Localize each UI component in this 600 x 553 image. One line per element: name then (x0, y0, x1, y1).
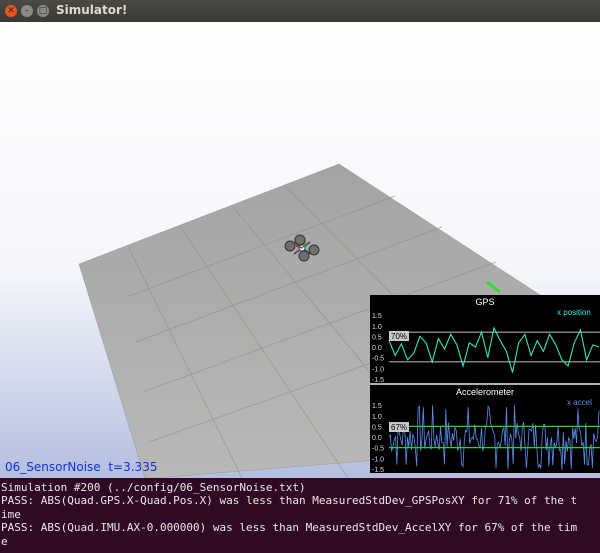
accel-ytick-label: 1.5 (372, 403, 382, 410)
gps-ytick-label: 0.0 (372, 345, 382, 352)
minimize-icon[interactable]: – (21, 5, 33, 17)
accel-plot-title: Accelerometer (456, 387, 514, 397)
accel-ytick-label: 0.0 (372, 435, 382, 442)
gps-ytick-label: 1.0 (372, 324, 382, 331)
gps-plot: GPS x position 1.51.00.50.0-0.5-1.0-1.5 … (372, 297, 600, 384)
console-line: Simulation #200 (../config/06_SensorNois… (1, 481, 306, 494)
accel-series-label: x accel (567, 398, 592, 407)
console-line: ime (1, 507, 21, 521)
gps-ytick-label: 0.5 (372, 334, 382, 341)
accel-series-line (388, 404, 600, 470)
accel-ytick-label: 0.5 (372, 424, 382, 431)
console-line: e (1, 534, 8, 548)
maximize-icon[interactable]: □ (37, 5, 49, 17)
accel-ytick-label: 1.0 (372, 414, 382, 421)
close-icon[interactable]: ✕ (5, 5, 17, 17)
accel-ytick-label: -1.5 (372, 467, 384, 473)
simulator-viewport[interactable]: GPS x position 1.5 1.0 0.5 0.0 -0.5 -1.0 -1.5 … (0, 22, 600, 478)
gps-series-line (388, 326, 600, 373)
gps-series-label: x position (557, 308, 591, 317)
accelerometer-plot: Accelerometer x accel 1.5 1.0 0.5 0.0 -0.5 -1… (372, 387, 600, 474)
gps-ytick-label: 1.5 (372, 313, 382, 320)
scenario-name: 06_SensorNoise (5, 460, 101, 474)
gps-threshold-badge: 70% (391, 332, 407, 341)
gps-plot-title: GPS (475, 297, 494, 307)
sim-time: t=3.335 (108, 460, 158, 474)
gps-ytick-label: -1.0 (372, 366, 384, 373)
gps-plot-panel: GPS x position 1.5 1.0 0.5 0.0 -0.5 -1.0 -1.5 … (370, 295, 600, 384)
gps-ytick-label: -1.5 (372, 377, 384, 383)
console-line: PASS: ABS(Quad.GPS.X-Quad.Pos.X) was les… (1, 494, 578, 508)
gps-ytick-label: -0.5 (372, 356, 384, 363)
window-title: Simulator! (56, 3, 128, 17)
simulation-label: 06_SensorNoise t=3.335 (5, 460, 157, 474)
accel-threshold-badge: 67% (391, 423, 407, 432)
console-line: PASS: ABS(Quad.IMU.AX-0.000000) was less… (1, 521, 578, 535)
window-titlebar[interactable]: ✕ – □ Simulator! (0, 0, 600, 23)
accel-ytick-label: -1.0 (372, 456, 384, 463)
accelerometer-plot-panel: Accelerometer x accel 1.5 1.0 0.5 0.0 -0.5 -1… (370, 385, 600, 474)
terminal-console[interactable]: Simulation #200 (../config/06_SensorNois… (0, 478, 600, 553)
accel-ytick-label: -0.5 (372, 446, 384, 453)
